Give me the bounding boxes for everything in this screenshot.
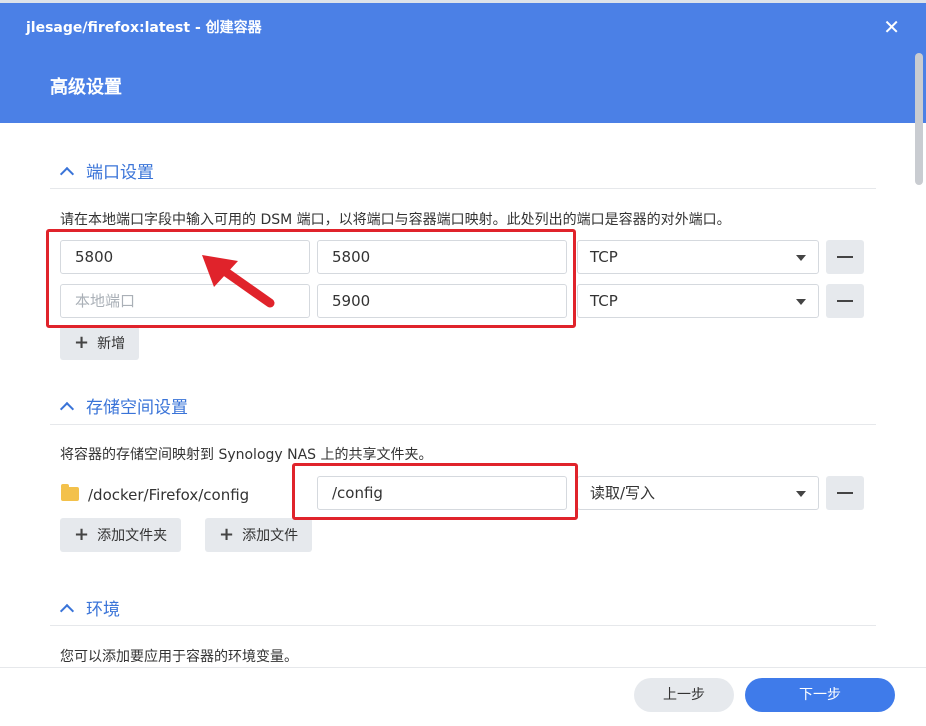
protocol-value: TCP xyxy=(590,292,618,310)
minus-icon xyxy=(837,492,853,494)
add-port-label: 新增 xyxy=(97,336,126,352)
dialog-header: jlesage/firefox:latest - 创建容器 ✕ 高级设置 xyxy=(0,3,926,123)
minus-icon xyxy=(837,256,853,258)
add-port-button[interactable]: + 新增 xyxy=(60,326,140,360)
caret-down-icon xyxy=(796,255,806,261)
storage-description: 将容器的存储空间映射到 Synology NAS 上的共享文件夹。 xyxy=(60,447,433,463)
plus-icon: + xyxy=(219,524,235,545)
plus-icon: + xyxy=(74,524,90,545)
chevron-up-icon xyxy=(59,166,75,182)
caret-down-icon xyxy=(796,491,806,497)
section-storage-header[interactable]: 存储空间设置 xyxy=(59,393,188,418)
section-ports-header[interactable]: 端口设置 xyxy=(59,158,154,183)
plus-icon: + xyxy=(74,332,90,353)
minus-icon xyxy=(837,300,853,302)
divider xyxy=(50,424,876,425)
chevron-up-icon xyxy=(59,603,75,619)
chevron-up-icon xyxy=(59,401,75,417)
section-environment-header[interactable]: 环境 xyxy=(59,595,120,620)
next-button[interactable]: 下一步 xyxy=(745,678,895,712)
section-ports-title: 端口设置 xyxy=(86,163,154,183)
scrollbar-thumb[interactable] xyxy=(915,53,923,185)
section-environment-title: 环境 xyxy=(86,600,120,620)
add-folder-button[interactable]: + 添加文件夹 xyxy=(60,518,182,552)
section-storage-title: 存储空间设置 xyxy=(86,398,188,418)
permission-value: 读取/写入 xyxy=(590,484,656,502)
remove-port-button[interactable] xyxy=(826,240,864,274)
create-container-dialog: jlesage/firefox:latest - 创建容器 ✕ 高级设置 端口设… xyxy=(0,3,926,726)
step-title: 高级设置 xyxy=(50,77,122,98)
remove-port-button[interactable] xyxy=(826,284,864,318)
ports-description: 请在本地端口字段中输入可用的 DSM 端口，以将端口与容器端口映射。此处列出的端… xyxy=(60,212,731,228)
folder-icon xyxy=(61,484,79,501)
host-folder-path: /docker/Firefox/config xyxy=(88,486,250,504)
protocol-select[interactable]: TCP xyxy=(577,240,819,274)
caret-down-icon xyxy=(796,299,806,305)
protocol-value: TCP xyxy=(590,248,618,266)
annotation-arrow-icon xyxy=(202,255,275,308)
divider xyxy=(50,188,876,189)
annotation-box-ports xyxy=(46,229,576,328)
add-file-button[interactable]: + 添加文件 xyxy=(205,518,313,552)
divider xyxy=(50,625,876,626)
previous-button[interactable]: 上一步 xyxy=(634,678,734,712)
environment-description: 您可以添加要应用于容器的环境变量。 xyxy=(60,649,298,665)
remove-storage-button[interactable] xyxy=(826,476,864,510)
permission-select[interactable]: 读取/写入 xyxy=(577,476,819,510)
add-file-label: 添加文件 xyxy=(242,528,299,544)
scrollbar[interactable] xyxy=(912,3,926,667)
protocol-select[interactable]: TCP xyxy=(577,284,819,318)
close-icon[interactable]: ✕ xyxy=(883,15,900,39)
annotation-box-mount xyxy=(292,463,578,520)
add-folder-label: 添加文件夹 xyxy=(97,528,168,544)
window-title: jlesage/firefox:latest - 创建容器 xyxy=(26,20,262,36)
